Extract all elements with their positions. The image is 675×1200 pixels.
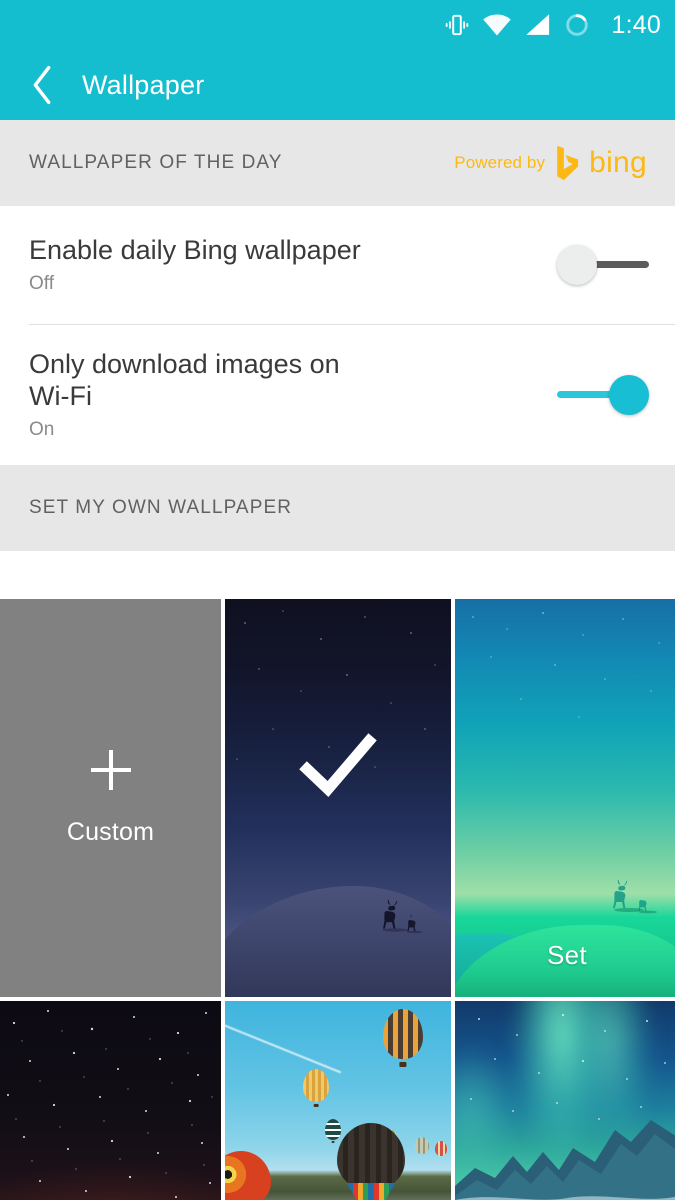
powered-by-label: Powered by — [454, 153, 546, 172]
status-time: 1:40 — [611, 10, 661, 39]
back-button[interactable] — [22, 62, 62, 108]
balloon-skirt — [346, 1182, 396, 1200]
toggle-enable-daily-bing-wallpaper[interactable] — [557, 243, 649, 287]
wallpaper-tile-custom[interactable]: Custom — [0, 599, 221, 997]
setting-status: On — [29, 418, 55, 440]
setting-row-enable-daily-bing-wallpaper[interactable]: Enable daily Bing wallpaper Off — [0, 206, 675, 324]
wallpaper-settings-screen: 1:40 Wallpaper WALLPAPER OF THE DAY Powe… — [0, 0, 675, 1200]
wallpaper-tile-aurora-mountains[interactable] — [455, 1001, 675, 1200]
balloon-top — [383, 1009, 423, 1067]
balloon-envelope — [383, 1009, 423, 1059]
chevron-left-icon — [33, 65, 51, 105]
setting-row-only-download-on-wifi[interactable]: Only download images on Wi-Fi On — [0, 325, 675, 465]
setting-title-line1: Only download images on — [29, 349, 340, 380]
balloon-far-right-a — [415, 1137, 429, 1157]
wallpaper-grid-row-1: Custom Set — [0, 599, 675, 997]
signal-icon — [525, 14, 549, 35]
section-title: SET MY OWN WALLPAPER — [29, 497, 293, 518]
balloon-envelope — [225, 1151, 271, 1200]
wallpaper-grid-row-2 — [0, 1001, 675, 1200]
toggle-track — [557, 391, 615, 398]
toggle-thumb — [609, 375, 649, 415]
balloon-envelope — [337, 1123, 405, 1191]
section-title: WALLPAPER OF THE DAY — [29, 152, 283, 173]
settings-list: Enable daily Bing wallpaper Off Only dow… — [0, 206, 675, 465]
status-bar: 1:40 — [0, 0, 675, 50]
wallpaper-tile-teal-deer[interactable]: Set — [455, 599, 675, 997]
wallpaper-tile-hot-air-balloons[interactable] — [225, 1001, 451, 1200]
toggle-thumb — [557, 245, 597, 285]
battery-ring-icon — [565, 14, 588, 36]
balloon-left-orange — [225, 1151, 271, 1200]
balloon-basket — [313, 1103, 319, 1107]
status-icon-group: 1:40 — [444, 12, 661, 38]
setting-title-line2: Wi-Fi — [29, 381, 92, 411]
toggle-track — [593, 261, 649, 268]
setting-status: Off — [29, 272, 54, 294]
vibrate-icon — [445, 14, 468, 36]
bing-wordmark: bing — [589, 146, 647, 179]
balloon-main-large — [337, 1123, 405, 1200]
balloon-basket — [399, 1062, 407, 1067]
deer-silhouette — [382, 899, 423, 934]
toggle-only-download-on-wifi[interactable] — [557, 373, 649, 417]
wallpaper-tile-starry-sky[interactable] — [0, 1001, 221, 1200]
app-bar: Wallpaper — [0, 50, 675, 120]
setting-title: Enable daily Bing wallpaper — [29, 235, 361, 266]
check-icon — [299, 733, 377, 798]
balloon-envelope — [415, 1137, 429, 1155]
balloon-envelope — [435, 1141, 447, 1156]
wifi-icon — [482, 14, 511, 36]
grid-top-spacer — [0, 551, 675, 599]
powered-by-bing: Powered by bing — [454, 145, 647, 181]
balloon-envelope — [303, 1069, 329, 1102]
plus-icon — [90, 749, 131, 790]
balloon-mid — [303, 1069, 329, 1107]
contrail-decoration — [225, 1018, 342, 1074]
custom-tile-label: Custom — [66, 817, 155, 846]
balloon-basket — [331, 1141, 335, 1143]
bing-b-icon — [557, 145, 579, 181]
wallpaper-tile-night-deer[interactable] — [225, 599, 451, 997]
stars-decoration — [7, 1010, 213, 1198]
balloon-far-right-b — [435, 1141, 447, 1158]
set-tile-label: Set — [547, 940, 587, 970]
section-header-set-my-own-wallpaper: SET MY OWN WALLPAPER — [0, 465, 675, 551]
setting-row-text: Only download images on Wi-Fi On — [29, 349, 340, 441]
setting-row-text: Enable daily Bing wallpaper Off — [29, 235, 361, 295]
section-header-wallpaper-of-the-day: WALLPAPER OF THE DAY Powered by bing — [0, 120, 675, 206]
mountain-range — [455, 1120, 675, 1200]
bing-logo: bing — [553, 145, 647, 181]
deer-silhouette — [613, 879, 657, 914]
page-title: Wallpaper — [82, 69, 205, 100]
